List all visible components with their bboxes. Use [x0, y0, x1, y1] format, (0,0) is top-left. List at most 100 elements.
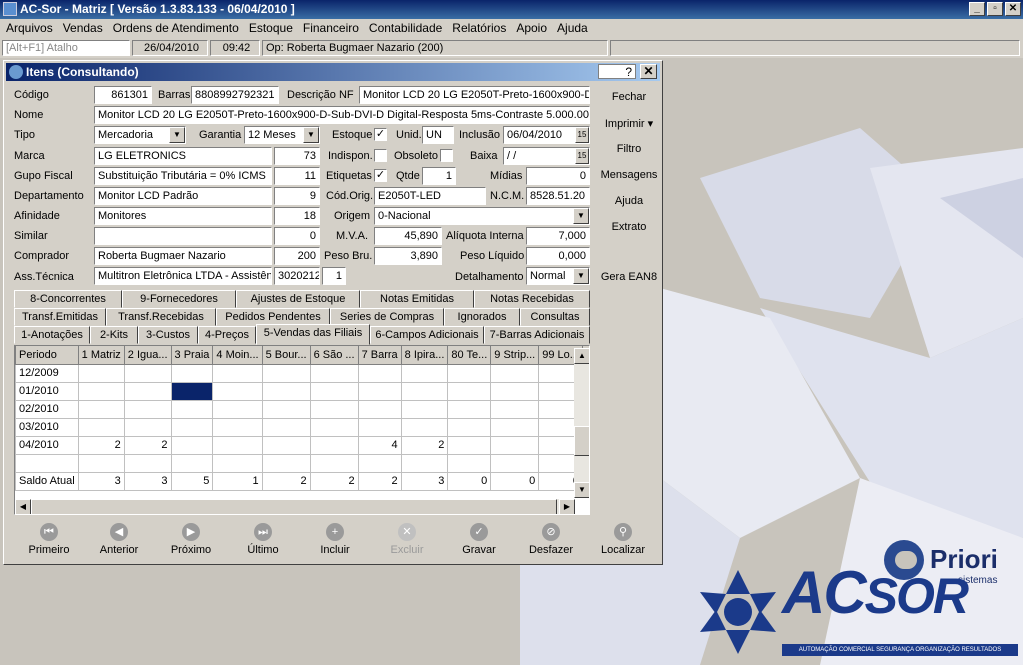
grid-cell[interactable] [358, 382, 402, 401]
tipo-dropdown-icon[interactable]: ▼ [169, 127, 185, 143]
grid-cell[interactable] [124, 364, 172, 383]
table-row[interactable]: 03/2010 [15, 418, 589, 437]
grid-cell[interactable] [447, 436, 492, 455]
asstec-n-field[interactable]: 1 [322, 267, 346, 285]
grid-cell[interactable] [310, 418, 359, 437]
midias-field[interactable]: 0 [526, 167, 590, 185]
tab-fornecedores[interactable]: 9-Fornecedores [122, 290, 236, 308]
tab-concorrentes[interactable]: 8-Concorrentes [14, 290, 122, 308]
menu-relatorios[interactable]: Relatórios [448, 19, 512, 38]
grid-cell[interactable] [212, 454, 263, 473]
tipo-select[interactable]: Mercadoria ▼ [94, 126, 186, 144]
garantia-dropdown-icon[interactable]: ▼ [303, 127, 319, 143]
grid-cell[interactable] [358, 418, 402, 437]
grid-cell[interactable]: 2 [358, 472, 402, 491]
grid-cell[interactable]: 02/2010 [15, 400, 79, 419]
grid-cell[interactable]: 04/2010 [15, 436, 79, 455]
grid-cell[interactable]: 0 [447, 472, 492, 491]
grid-cell[interactable] [310, 436, 359, 455]
grid-cell[interactable] [124, 418, 172, 437]
menu-contabilidade[interactable]: Contabilidade [365, 19, 448, 38]
minimize-button[interactable]: _ [969, 2, 985, 16]
grid-header[interactable]: 8 Ipira... [401, 346, 449, 365]
maximize-button[interactable]: ▫ [987, 2, 1003, 16]
grid-cell[interactable] [490, 400, 540, 419]
baixa-field[interactable]: / / 15 [503, 147, 590, 165]
tab-barras-adicionais[interactable]: 7-Barras Adicionais [484, 326, 590, 344]
grid-header[interactable]: 6 São ... [310, 346, 359, 365]
barras-field[interactable]: 8808992792321 [191, 86, 279, 104]
grid-cell[interactable] [212, 400, 263, 419]
detal-dropdown-icon[interactable]: ▼ [573, 268, 589, 284]
scroll-left-icon[interactable]: ◀ [15, 499, 31, 514]
descnf-field[interactable]: Monitor LCD 20 LG E2050T-Preto-1600x900-… [359, 86, 590, 104]
scroll-thumb[interactable] [574, 426, 589, 456]
unid-field[interactable]: UN [422, 126, 454, 144]
tab-vendas-filiais[interactable]: 5-Vendas das Filiais [256, 324, 370, 345]
menu-financeiro[interactable]: Financeiro [299, 19, 365, 38]
grid-horizontal-scrollbar[interactable]: ◀ ▶ [15, 499, 575, 514]
scroll-h-thumb[interactable] [31, 499, 557, 514]
tab-campos-adicionais[interactable]: 6-Campos Adicionais [370, 326, 484, 344]
gupo-field[interactable]: Substituição Tributária = 0% ICMS [94, 167, 272, 185]
aliq-field[interactable]: 7,000 [526, 227, 590, 245]
grid-cell[interactable]: 1 [212, 472, 263, 491]
comprador-code-field[interactable]: 200 [274, 247, 320, 265]
gravar-button[interactable]: ✓ Gravar [444, 523, 514, 556]
etiquetas-checkbox[interactable]: ✓ [374, 169, 387, 182]
grid-cell[interactable]: 5 [171, 472, 214, 491]
grid-cell[interactable] [401, 418, 449, 437]
grid-cell[interactable]: 0 [490, 472, 540, 491]
grid-cell[interactable]: 3 [78, 472, 125, 491]
codigo-field[interactable]: 861301 [94, 86, 152, 104]
anterior-button[interactable]: ◀ Anterior [84, 523, 154, 556]
grid-cell[interactable] [262, 400, 311, 419]
grid-cell[interactable] [78, 418, 125, 437]
incluir-button[interactable]: + Incluir [300, 523, 370, 556]
grid-cell[interactable] [401, 382, 449, 401]
grid-cell[interactable]: 01/2010 [15, 382, 79, 401]
grid-cell[interactable] [262, 418, 311, 437]
grid-cell[interactable] [490, 418, 540, 437]
extrato-button[interactable]: Extrato [594, 221, 664, 233]
asstec-field[interactable]: Multitron Eletrônica LTDA - Assistên [94, 267, 272, 285]
grid-cell[interactable] [78, 364, 125, 383]
gera-ean8-button[interactable]: Gera EAN8 [594, 271, 664, 283]
grid-cell[interactable] [490, 382, 540, 401]
excluir-button[interactable]: ✕ Excluir [372, 523, 442, 556]
tab-ajustes-estoque[interactable]: Ajustes de Estoque [236, 290, 360, 308]
menu-ordens[interactable]: Ordens de Atendimento [109, 19, 245, 38]
imprimir-button[interactable]: Imprimir ▾ [594, 117, 664, 130]
tab-transf-emitidas[interactable]: Transf.Emitidas [14, 308, 106, 326]
primeiro-button[interactable]: ⏮ Primeiro [14, 523, 84, 556]
depto-field[interactable]: Monitor LCD Padrão [94, 187, 272, 205]
grid-cell[interactable] [310, 400, 359, 419]
tab-precos[interactable]: 4-Preços [198, 326, 256, 344]
marca-code-field[interactable]: 73 [274, 147, 320, 165]
tab-anotacoes[interactable]: 1-Anotações [14, 326, 90, 344]
inclusao-calendar-icon[interactable]: 15 [575, 127, 589, 143]
grid-cell[interactable] [262, 454, 311, 473]
codorig-field[interactable]: E2050T-LED [374, 187, 486, 205]
grid-cell[interactable] [358, 364, 402, 383]
grid-cell[interactable] [447, 418, 492, 437]
grid-cell[interactable] [124, 400, 172, 419]
grid-cell[interactable] [490, 364, 540, 383]
grid-cell[interactable] [447, 454, 492, 473]
table-row[interactable]: Saldo Atual33512223000 [15, 472, 589, 491]
grid-cell[interactable] [447, 364, 492, 383]
grid-cell[interactable] [171, 454, 214, 473]
grid-cell[interactable] [124, 382, 172, 401]
table-row[interactable]: 04/2010 2 2 4 2 [15, 436, 589, 455]
tab-notas-recebidas[interactable]: Notas Recebidas [474, 290, 590, 308]
nome-field[interactable]: Monitor LCD 20 LG E2050T-Preto-1600x900-… [94, 106, 590, 124]
grid-cell[interactable] [401, 364, 449, 383]
grid-cell[interactable] [401, 400, 449, 419]
baixa-calendar-icon[interactable]: 15 [575, 148, 589, 164]
grid-cell[interactable] [78, 454, 125, 473]
grid-cell[interactable]: 12/2009 [15, 364, 79, 383]
grid-vertical-scrollbar[interactable]: ▲ ▼ [574, 348, 589, 498]
dialog-close-button[interactable]: ✕ [640, 64, 657, 79]
grid-cell[interactable]: 2 [262, 472, 311, 491]
grid-cell[interactable] [490, 436, 540, 455]
